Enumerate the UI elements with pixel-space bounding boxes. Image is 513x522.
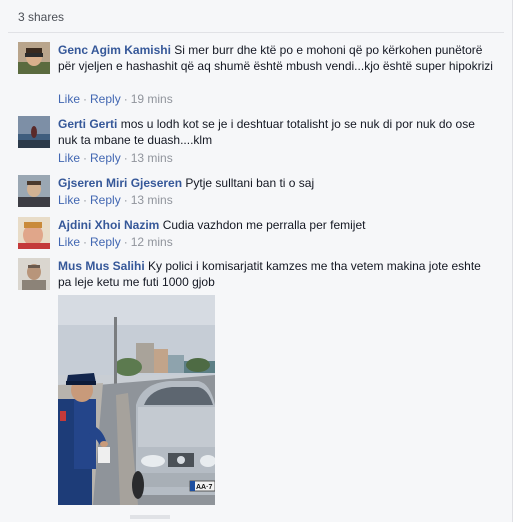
comment-photo[interactable]: AA·7 <box>58 295 215 505</box>
comment-body: Mus Mus Salihi Ky polici i komisarjatit … <box>58 258 496 290</box>
comment-timestamp[interactable]: 12 mins <box>131 235 173 249</box>
comment-author-link[interactable]: Ajdini Xhoi Nazim <box>58 218 159 232</box>
license-plate-text: AA·7 <box>196 484 212 491</box>
reply-link[interactable]: Reply <box>90 235 121 249</box>
police-car-photo-image: AA·7 <box>58 295 215 505</box>
comment-body: Genc Agim Kamishi Si mer burr dhe ktë po… <box>58 42 496 74</box>
comment-text: Pytje sulltani ban ti o saj <box>185 176 315 190</box>
comment-body: Gjseren Miri Gjeseren Pytje sulltani ban… <box>58 175 496 191</box>
avatar[interactable] <box>18 116 50 148</box>
avatar[interactable] <box>18 175 50 207</box>
like-link[interactable]: Like <box>58 92 80 106</box>
comment-actions: Like · Reply · 19 mins <box>58 92 173 106</box>
divider <box>130 515 170 519</box>
comment-text: mos u lodh kot se je i deshtuar totalish… <box>58 117 475 147</box>
reply-link[interactable]: Reply <box>90 92 121 106</box>
comment-author-link[interactable]: Mus Mus Salihi <box>58 259 145 273</box>
comment-author-link[interactable]: Gerti Gerti <box>58 117 117 131</box>
comment-timestamp[interactable]: 13 mins <box>131 151 173 165</box>
comment-actions: Like · Reply · 13 mins <box>58 151 173 165</box>
comment-actions: Like · Reply · 12 mins <box>58 235 173 249</box>
comment-body: Gerti Gerti mos u lodh kot se je i desht… <box>58 116 496 148</box>
avatar[interactable] <box>18 42 50 74</box>
comment-timestamp[interactable]: 19 mins <box>131 92 173 106</box>
comment-actions: Like · Reply · 13 mins <box>58 193 173 207</box>
divider <box>8 32 504 33</box>
avatar[interactable] <box>18 258 50 290</box>
comment-body: Ajdini Xhoi Nazim Cudia vazhdon me perra… <box>58 217 496 233</box>
comment-author-link[interactable]: Gjseren Miri Gjeseren <box>58 176 182 190</box>
comment-author-link[interactable]: Genc Agim Kamishi <box>58 43 171 57</box>
like-link[interactable]: Like <box>58 193 80 207</box>
reply-link[interactable]: Reply <box>90 193 121 207</box>
comment-text: Cudia vazhdon me perralla per femijet <box>162 218 366 232</box>
like-link[interactable]: Like <box>58 235 80 249</box>
comment-timestamp[interactable]: 13 mins <box>131 193 173 207</box>
shares-count-link[interactable]: 3 shares <box>18 10 64 24</box>
like-link[interactable]: Like <box>58 151 80 165</box>
reply-link[interactable]: Reply <box>90 151 121 165</box>
avatar[interactable] <box>18 217 50 249</box>
comments-panel: 3 shares Genc Agim Kamishi Si mer burr d… <box>0 0 513 522</box>
